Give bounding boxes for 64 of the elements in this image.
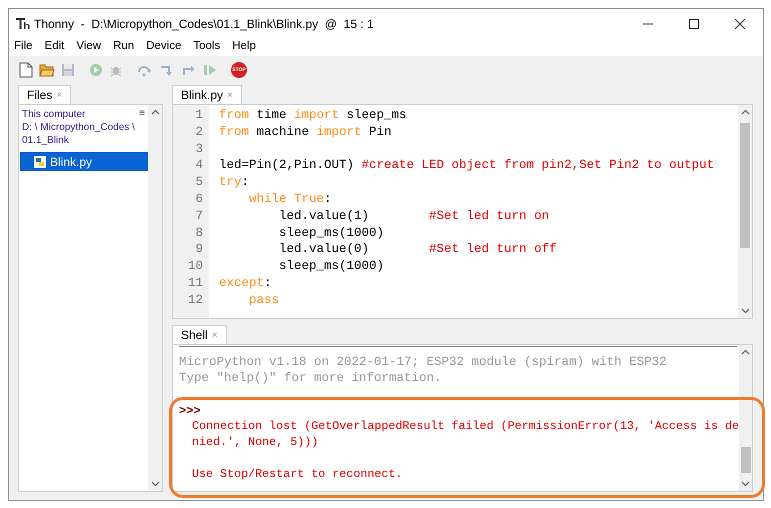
line-number: 5 [195, 174, 203, 191]
menu-item[interactable]: Tools [193, 38, 220, 56]
code-line: try: [219, 175, 250, 190]
menu-item[interactable]: File [14, 38, 33, 56]
code-line: pass [248, 292, 280, 307]
folder-icon[interactable] [39, 63, 55, 77]
menu-item[interactable]: View [76, 38, 102, 56]
code-line: led.value(0) #Set led turn off [278, 242, 557, 256]
line-number: 3 [195, 140, 203, 158]
code-line: from machine import Pin [219, 124, 392, 139]
line-number: 10 [188, 258, 203, 275]
close-icon [735, 18, 745, 28]
location-path[interactable]: 01.1_Blink [22, 134, 135, 147]
line-number: 4 [195, 157, 203, 174]
location-path[interactable]: This computer [22, 108, 135, 121]
app-logo-icon [16, 17, 30, 30]
error-message: Connection lost (GetOverlappedResult failed (PermissionError(13, 'Access is de [192, 418, 740, 434]
maximize-icon [689, 18, 699, 28]
code-line: led=Pin(2,Pin.OUT) #create LED object from pin2,Set Pin2 to output [219, 158, 714, 172]
menu-icon[interactable]: ≡ [139, 108, 145, 147]
scroll-up-icon[interactable] [741, 348, 750, 357]
shell-tab[interactable]: Shell × [172, 325, 227, 344]
python-file-icon [34, 156, 46, 168]
line-number: 11 [188, 274, 203, 292]
menu-item[interactable]: Help [232, 38, 256, 56]
code-line: led.value(1) #Set led turn on [278, 208, 550, 223]
file-tree-row[interactable]: Blink.py [20, 152, 148, 171]
error-message: Use Stop/Restart to reconnect. [192, 466, 402, 482]
code-line: except: [219, 276, 272, 290]
code-line: while True: [248, 192, 332, 206]
shell-prompt: >>> [179, 404, 201, 418]
line-number: 9 [195, 241, 203, 258]
new-file-icon[interactable] [19, 62, 33, 78]
code-editor[interactable] [172, 104, 753, 319]
line-number: 2 [195, 124, 203, 141]
line-number: 12 [188, 292, 203, 309]
line-number: 7 [195, 208, 203, 225]
menu-item[interactable]: Edit [44, 38, 64, 56]
files-tab[interactable]: Files × [18, 85, 72, 104]
location-path[interactable]: D: \ Micropython_Codes \ [22, 121, 135, 134]
code-line: sleep_ms(1000) [278, 259, 384, 274]
files-scrollbar[interactable] [148, 105, 162, 491]
line-number: 8 [195, 224, 203, 242]
error-message: nied.', None, 5))) [192, 434, 318, 450]
scroll-thumb[interactable] [741, 447, 752, 473]
shell-banner-line: MicroPython v1.18 on 2022-01-17; ESP32 module (spiram) with ESP32 [179, 354, 667, 370]
window-title: Thonny - D:\Micropython_Codes\01.1_Blink\Blink.py @ 15 : 1 [34, 16, 374, 32]
shell-banner-line: Type "help()" for more information. [179, 370, 442, 386]
code-line: from time import sleep_ms [219, 108, 407, 122]
scroll-up-icon[interactable] [150, 108, 160, 117]
shell-scrollbar[interactable] [739, 345, 752, 491]
scroll-thumb[interactable] [740, 123, 750, 248]
line-number: 6 [195, 190, 203, 208]
scroll-down-icon[interactable] [150, 479, 160, 488]
scroll-up-icon[interactable] [740, 108, 750, 117]
editor-tab[interactable]: Blink.py × [172, 85, 242, 104]
shell-panel[interactable] [172, 344, 753, 492]
editor-scrollbar[interactable] [738, 105, 752, 318]
menu-item[interactable]: Device [146, 38, 182, 56]
scroll-down-icon[interactable] [741, 479, 750, 488]
code-line: sleep_ms(1000) [278, 226, 384, 240]
menu-item[interactable]: Run [113, 38, 134, 56]
line-number: 1 [195, 107, 203, 124]
scroll-down-icon[interactable] [740, 306, 750, 315]
